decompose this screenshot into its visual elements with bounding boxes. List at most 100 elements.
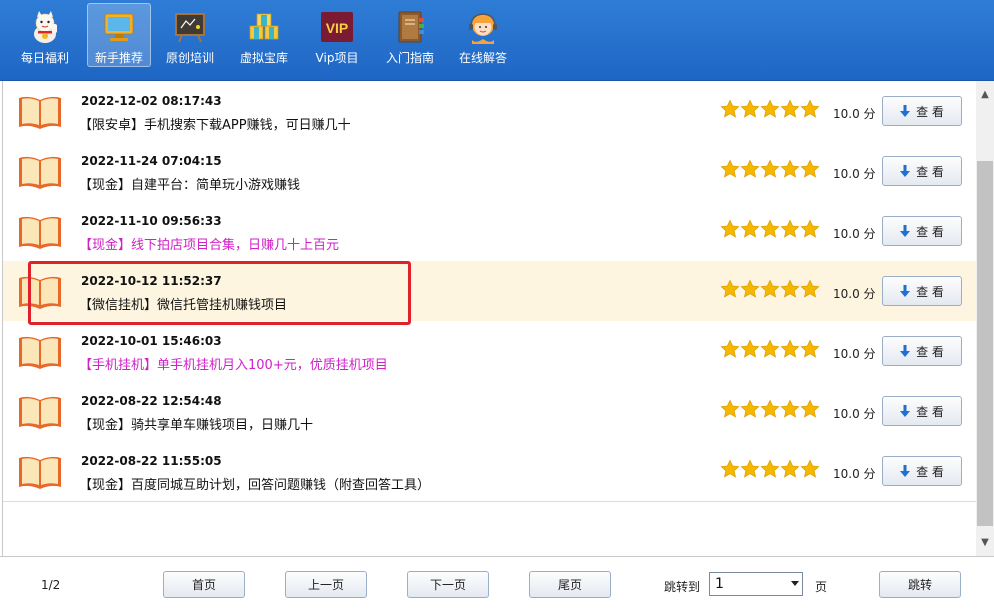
view-button-label: 查 看 bbox=[916, 284, 944, 299]
tool-daily-welfare[interactable]: 每日福利 bbox=[14, 4, 76, 66]
item-date: 2022-11-10 09:56:33 bbox=[81, 214, 222, 228]
open-book-icon bbox=[19, 156, 61, 189]
tool-beginner-guide[interactable]: 入门指南 bbox=[379, 4, 441, 66]
list-item[interactable]: 2022-10-01 15:46:03 【手机挂机】单手机挂机月入100+元，优质… bbox=[3, 321, 977, 382]
item-date: 2022-08-22 12:54:48 bbox=[81, 394, 222, 408]
star-icon bbox=[720, 99, 740, 118]
item-score: 10.0 分 bbox=[833, 467, 876, 481]
open-book-icon bbox=[19, 396, 61, 429]
item-title[interactable]: 【微信挂机】微信托管挂机赚钱项目 bbox=[79, 294, 287, 313]
prev-page-button[interactable]: 上一页 bbox=[285, 571, 367, 598]
star-icon bbox=[800, 399, 820, 418]
view-button[interactable]: 查 看 bbox=[882, 336, 962, 366]
tool-label: 入门指南 bbox=[385, 51, 434, 65]
list-item[interactable]: 2022-11-10 09:56:33 【现金】线下拍店项目合集，日赚几十上百元 1… bbox=[3, 201, 977, 262]
view-button-label: 查 看 bbox=[916, 464, 944, 479]
item-title[interactable]: 【现金】线下拍店项目合集，日赚几十上百元 bbox=[79, 234, 339, 253]
item-date: 2022-10-01 15:46:03 bbox=[81, 334, 222, 348]
star-icon bbox=[780, 339, 800, 358]
chevron-down-icon bbox=[791, 581, 799, 586]
star-icon bbox=[720, 219, 740, 238]
tool-label: 每日福利 bbox=[20, 51, 69, 65]
pager-bar: 1/2 首页 上一页 下一页 尾页 跳转到 1 页 跳转 bbox=[0, 556, 994, 612]
view-button-label: 查 看 bbox=[916, 224, 944, 239]
star-icon bbox=[760, 219, 780, 238]
blackboard-icon bbox=[175, 13, 205, 43]
item-date: 2022-11-24 07:04:15 bbox=[81, 154, 222, 168]
item-date: 2022-10-12 11:52:37 bbox=[81, 274, 222, 288]
star-icon bbox=[740, 339, 760, 358]
page-unit-label: 页 bbox=[815, 580, 828, 594]
tool-label: 原创培训 bbox=[165, 51, 214, 65]
list-item[interactable]: 2022-12-02 08:17:43 【限安卓】手机搜索下载APP赚钱，可日赚几… bbox=[3, 81, 977, 142]
star-icon bbox=[720, 399, 740, 418]
jump-page-select[interactable]: 1 bbox=[709, 572, 803, 596]
view-button-label: 查 看 bbox=[916, 164, 944, 179]
rating-stars bbox=[720, 339, 820, 363]
view-button[interactable]: 查 看 bbox=[882, 396, 962, 426]
download-arrow-icon bbox=[900, 405, 911, 417]
item-title[interactable]: 【现金】骑共享单车赚钱项目，日赚几十 bbox=[79, 414, 313, 433]
tool-newbie-recommend[interactable]: 新手推荐 bbox=[87, 3, 151, 67]
open-book-icon bbox=[19, 276, 61, 309]
list-item[interactable]: 2022-11-24 07:04:15 【现金】自建平台：简单玩小游戏赚钱 10.0… bbox=[3, 141, 977, 202]
open-book-icon bbox=[19, 216, 61, 249]
item-title[interactable]: 【手机挂机】单手机挂机月入100+元，优质挂机项目 bbox=[79, 354, 388, 373]
scroll-up-arrow-icon[interactable]: ▲ bbox=[976, 85, 994, 103]
list-item[interactable]: 2022-08-22 11:55:05 【现金】百度同城互助计划，回答问题赚钱（附… bbox=[3, 441, 977, 502]
treasure-boxes-icon bbox=[249, 13, 279, 40]
item-title[interactable]: 【现金】百度同城互助计划，回答问题赚钱（附查回答工具） bbox=[79, 474, 430, 493]
star-icon bbox=[800, 159, 820, 178]
tool-label: Vip项目 bbox=[315, 51, 359, 65]
item-title[interactable]: 【限安卓】手机搜索下载APP赚钱，可日赚几十 bbox=[79, 114, 351, 133]
page-info: 1/2 bbox=[41, 578, 61, 592]
view-button-label: 查 看 bbox=[916, 104, 944, 119]
tool-label: 虚拟宝库 bbox=[239, 51, 288, 65]
download-arrow-icon bbox=[900, 285, 911, 297]
star-icon bbox=[800, 99, 820, 118]
first-page-button[interactable]: 首页 bbox=[163, 571, 245, 598]
tool-virtual-treasury[interactable]: 虚拟宝库 bbox=[233, 4, 295, 66]
vip-badge-text: VIP bbox=[326, 20, 349, 36]
item-score: 10.0 分 bbox=[833, 107, 876, 121]
star-icon bbox=[780, 279, 800, 298]
rating-stars bbox=[720, 159, 820, 183]
list-item[interactable]: 2022-08-22 12:54:48 【现金】骑共享单车赚钱项目，日赚几十 10.… bbox=[3, 381, 977, 442]
open-book-icon bbox=[19, 96, 61, 129]
project-list: 2022-12-02 08:17:43 【限安卓】手机搜索下载APP赚钱，可日赚几… bbox=[2, 81, 977, 556]
download-arrow-icon bbox=[900, 345, 911, 357]
tool-vip-projects[interactable]: VIP Vip项目 bbox=[306, 4, 368, 66]
star-icon bbox=[760, 159, 780, 178]
download-arrow-icon bbox=[900, 105, 911, 117]
scroll-down-arrow-icon[interactable]: ▼ bbox=[976, 533, 994, 551]
jump-button[interactable]: 跳转 bbox=[879, 571, 961, 598]
star-icon bbox=[740, 459, 760, 478]
last-page-button[interactable]: 尾页 bbox=[529, 571, 611, 598]
next-page-button[interactable]: 下一页 bbox=[407, 571, 489, 598]
view-button[interactable]: 查 看 bbox=[882, 96, 962, 126]
rating-stars bbox=[720, 459, 820, 483]
item-title[interactable]: 【现金】自建平台：简单玩小游戏赚钱 bbox=[79, 174, 300, 193]
vertical-scrollbar[interactable]: ▲ ▼ bbox=[976, 81, 994, 556]
list-item[interactable]: 2022-10-12 11:52:37 【微信挂机】微信托管挂机赚钱项目 10.0 … bbox=[3, 261, 977, 322]
rating-stars bbox=[720, 399, 820, 423]
jump-page-value: 1 bbox=[715, 576, 724, 592]
view-button[interactable]: 查 看 bbox=[882, 216, 962, 246]
support-agent-icon bbox=[469, 13, 497, 44]
star-icon bbox=[740, 159, 760, 178]
item-score: 10.0 分 bbox=[833, 167, 876, 181]
scrollbar-thumb[interactable] bbox=[977, 161, 993, 526]
star-icon bbox=[760, 459, 780, 478]
lucky-cat-icon bbox=[34, 11, 57, 43]
monitor-icon bbox=[104, 13, 134, 41]
guide-book-icon bbox=[398, 11, 424, 43]
tool-online-answers[interactable]: 在线解答 bbox=[452, 4, 514, 66]
star-icon bbox=[780, 99, 800, 118]
item-date: 2022-12-02 08:17:43 bbox=[81, 94, 222, 108]
view-button[interactable]: 查 看 bbox=[882, 456, 962, 486]
download-arrow-icon bbox=[900, 225, 911, 237]
tool-original-training[interactable]: 原创培训 bbox=[159, 4, 221, 66]
view-button[interactable]: 查 看 bbox=[882, 276, 962, 306]
view-button[interactable]: 查 看 bbox=[882, 156, 962, 186]
item-date: 2022-08-22 11:55:05 bbox=[81, 454, 222, 468]
